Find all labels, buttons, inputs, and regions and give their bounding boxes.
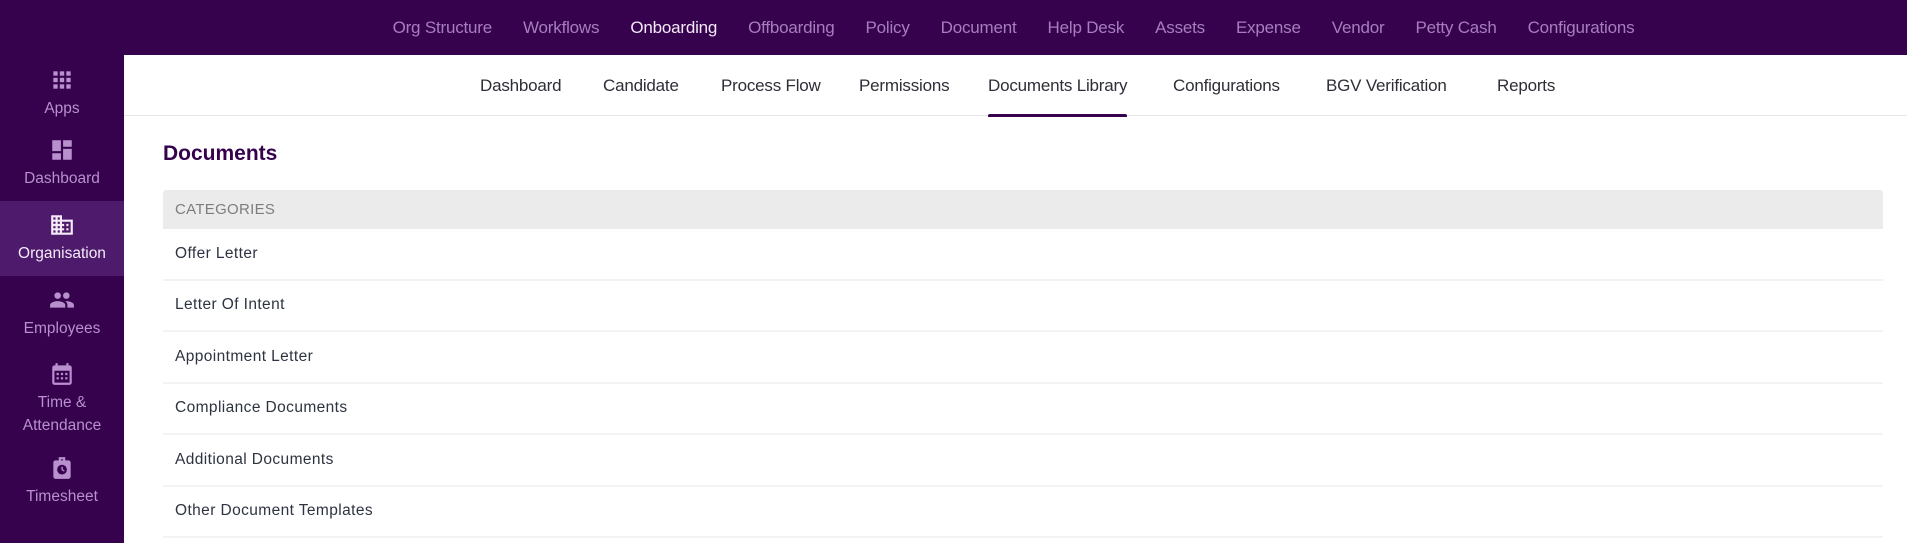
category-item-letter-of-intent[interactable]: Letter Of Intent [163,280,1883,332]
topnav-vendor[interactable]: Vendor [1316,18,1400,38]
sidebar: Apps Dashboard Organisation Employees Ti… [0,55,124,543]
sidebar-item-label: Dashboard [24,169,100,187]
sub-navigation-tabs: Dashboard Candidate Process Flow Permiss… [124,55,1907,117]
topnav-expense[interactable]: Expense [1220,18,1316,38]
sidebar-item-time-attendance[interactable]: Time & Attendance [0,351,124,447]
topnav-help-desk[interactable]: Help Desk [1032,18,1140,38]
sidebar-item-label: Time & Attendance [22,394,102,434]
category-item-offer-letter[interactable]: Offer Letter [163,229,1883,281]
topnav-configurations[interactable]: Configurations [1512,18,1650,38]
topnav-policy[interactable]: Policy [850,18,925,38]
tab-candidate[interactable]: Candidate [603,55,679,116]
top-navigation-bar: Org Structure Workflows Onboarding Offbo… [0,0,1907,55]
topnav-petty-cash[interactable]: Petty Cash [1400,18,1512,38]
topnav-offboarding[interactable]: Offboarding [733,18,850,38]
page-title: Documents [163,142,278,165]
category-item-compliance-documents[interactable]: Compliance Documents [163,383,1883,435]
topnav-org-structure[interactable]: Org Structure [377,18,507,38]
sidebar-item-organisation[interactable]: Organisation [0,201,124,276]
category-item-additional-documents[interactable]: Additional Documents [163,435,1883,487]
topnav-assets[interactable]: Assets [1140,18,1221,38]
tab-reports[interactable]: Reports [1497,55,1555,116]
tab-documents-library[interactable]: Documents Library [988,55,1128,117]
dashboard-icon [49,137,75,163]
topnav-workflows[interactable]: Workflows [508,18,615,38]
tab-process-flow[interactable]: Process Flow [721,55,821,116]
sidebar-item-apps[interactable]: Apps [0,55,124,126]
sidebar-item-label: Organisation [18,244,106,262]
tab-bgv-verification[interactable]: BGV Verification [1326,55,1447,116]
building-icon [49,212,75,238]
sidebar-item-dashboard[interactable]: Dashboard [0,126,124,201]
topnav-document[interactable]: Document [925,18,1032,38]
calendar-icon [49,361,75,387]
tab-configurations[interactable]: Configurations [1173,55,1280,116]
sidebar-item-label: Employees [23,319,101,337]
apps-grid-icon [49,67,75,93]
sidebar-item-label: Apps [44,99,80,117]
categories-list: CATEGORIES Offer Letter Letter Of Intent… [163,190,1883,538]
categories-header: CATEGORIES [163,190,1883,229]
top-nav-menu: Org Structure Workflows Onboarding Offbo… [377,18,1650,38]
sidebar-item-timesheet[interactable]: Timesheet [0,447,124,517]
timesheet-clock-icon [49,455,75,481]
topnav-onboarding[interactable]: Onboarding [615,18,733,38]
tab-permissions[interactable]: Permissions [859,55,950,116]
people-icon [49,287,75,313]
category-item-appointment-letter[interactable]: Appointment Letter [163,332,1883,384]
sidebar-item-label: Timesheet [26,488,98,506]
tab-dashboard[interactable]: Dashboard [480,55,562,116]
category-item-other-document-templates[interactable]: Other Document Templates [163,486,1883,538]
sidebar-item-employees[interactable]: Employees [0,276,124,351]
